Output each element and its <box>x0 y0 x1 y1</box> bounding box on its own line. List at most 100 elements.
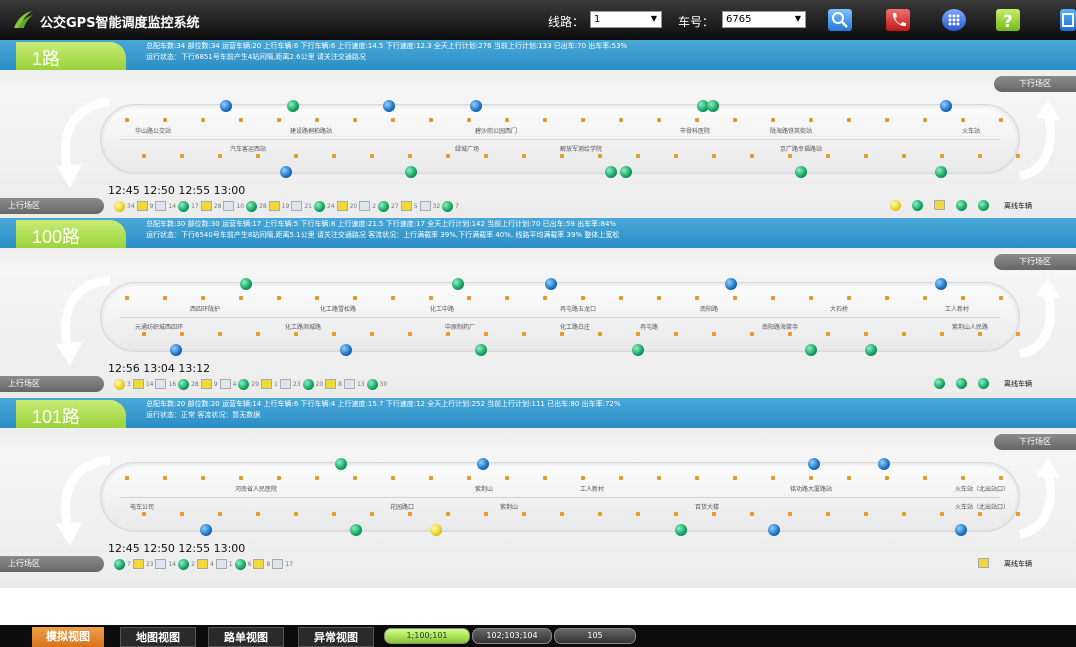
bus-marker[interactable] <box>335 458 347 470</box>
stop-label[interactable]: 汽车客运西站 <box>230 144 266 153</box>
stop-label[interactable]: 解放军测绘学院 <box>560 144 602 153</box>
offline-vehicle-icon[interactable] <box>978 558 989 568</box>
stop-label[interactable]: 花园路口 <box>390 502 414 511</box>
bus-marker[interactable] <box>935 166 947 178</box>
vehicle-icon[interactable] <box>442 200 454 212</box>
vehicle-icon[interactable] <box>313 200 325 212</box>
bus-marker[interactable] <box>452 278 464 290</box>
vehicle-icon[interactable] <box>261 379 273 389</box>
vehicle-icon[interactable] <box>114 558 125 570</box>
bus-marker[interactable] <box>287 100 299 112</box>
vehicle-icon[interactable] <box>359 201 371 211</box>
offline-vehicle-icon[interactable] <box>912 200 923 211</box>
bus-marker[interactable] <box>545 278 557 290</box>
vehicle-icon[interactable] <box>114 378 125 390</box>
stop-label[interactable]: 西四环陇护 <box>190 304 220 313</box>
offline-vehicle-icon[interactable] <box>978 378 989 389</box>
bus-marker[interactable] <box>675 524 687 536</box>
stop-label[interactable]: 建设路桐柏路站 <box>290 126 332 135</box>
vehicle-icon[interactable] <box>325 379 337 389</box>
vehicle-icon[interactable] <box>223 201 235 211</box>
vehicle-icon[interactable] <box>178 558 190 570</box>
bus-marker[interactable] <box>340 344 352 356</box>
down-depot-tab[interactable]: 下行场区 <box>994 434 1076 450</box>
bus-marker[interactable] <box>935 278 947 290</box>
stop-label[interactable]: 南阳路 <box>700 304 718 313</box>
down-depot-tab[interactable]: 下行场区 <box>994 76 1076 92</box>
offline-vehicle-icon[interactable] <box>978 200 989 211</box>
stop-label[interactable]: 大石桥 <box>830 304 848 313</box>
vehicle-icon[interactable] <box>272 559 284 569</box>
vehicle-icon[interactable] <box>132 379 144 389</box>
stop-label[interactable]: 工人新村 <box>945 304 969 313</box>
vehicle-icon[interactable] <box>366 378 378 390</box>
stop-label[interactable]: 绿城广场 <box>455 144 479 153</box>
route-group-pill[interactable]: 1;100;101 <box>384 628 470 644</box>
bus-marker[interactable] <box>707 100 719 112</box>
stop-label[interactable]: 碧沙岗公园西门 <box>475 126 517 135</box>
stop-label[interactable]: 冉屯路五龙口 <box>560 304 596 313</box>
up-depot-tab[interactable]: 上行场区 <box>0 556 104 572</box>
tab-trip-sheet-view[interactable]: 路单视图 <box>208 627 284 647</box>
up-depot-tab[interactable]: 上行场区 <box>0 198 104 214</box>
stop-label[interactable]: 元通纺织城西四环 <box>135 322 183 331</box>
stop-label[interactable]: 陇海路铁英街站 <box>770 126 812 135</box>
tab-map-view[interactable]: 地图视图 <box>120 627 196 647</box>
bus-marker[interactable] <box>808 458 820 470</box>
route-name[interactable]: 1路 <box>16 42 126 70</box>
bus-marker[interactable] <box>955 524 967 536</box>
bus-marker[interactable] <box>940 100 952 112</box>
route-group-pill[interactable]: 105 <box>554 628 636 644</box>
down-depot-tab[interactable]: 下行场区 <box>994 254 1076 270</box>
bus-marker[interactable] <box>768 524 780 536</box>
bus-marker[interactable] <box>200 524 212 536</box>
bus-marker[interactable] <box>805 344 817 356</box>
vehicle-icon[interactable] <box>200 379 212 389</box>
vehicle-icon[interactable] <box>268 201 280 211</box>
up-depot-tab[interactable]: 上行场区 <box>0 376 104 392</box>
stop-label[interactable]: 冉屯路 <box>640 322 658 331</box>
stop-label[interactable]: 铭功路大厦路站 <box>790 484 832 493</box>
stop-label[interactable]: 化工中路 <box>430 304 454 313</box>
stop-label[interactable]: 华山路公交站 <box>135 126 171 135</box>
help-button[interactable]: ? <box>996 9 1020 32</box>
vehicle-icon[interactable] <box>246 200 258 212</box>
stop-label[interactable]: 紫荆山人民路 <box>952 322 988 331</box>
grid-button[interactable] <box>942 9 966 31</box>
bus-marker[interactable] <box>350 524 362 536</box>
stop-label[interactable]: 河南省人民医院 <box>235 484 277 493</box>
vehicle-icon[interactable] <box>253 559 265 569</box>
vehicle-icon[interactable] <box>178 200 190 212</box>
stop-label[interactable]: 市骨科医院 <box>680 126 710 135</box>
vehicle-icon[interactable] <box>155 201 167 211</box>
stop-label[interactable]: 工人新村 <box>580 484 604 493</box>
bus-marker[interactable] <box>170 344 182 356</box>
line-select[interactable]: 1 ▼ <box>590 11 662 28</box>
bus-marker[interactable] <box>383 100 395 112</box>
stop-label[interactable]: 化工路雪松路 <box>320 304 356 313</box>
offline-vehicle-icon[interactable] <box>956 200 967 211</box>
stop-label[interactable]: 化工路白庄 <box>560 322 590 331</box>
route-name[interactable]: 100路 <box>16 220 126 248</box>
vehicle-icon[interactable] <box>343 379 355 389</box>
vehicle-icon[interactable] <box>136 201 148 211</box>
route-group-pill[interactable]: 102;103;104 <box>472 628 552 644</box>
bus-marker[interactable] <box>220 100 232 112</box>
vehicle-icon[interactable] <box>400 201 412 211</box>
stop-label[interactable]: 火车站 <box>962 126 980 135</box>
vehicle-icon[interactable] <box>291 201 303 211</box>
bus-marker[interactable] <box>620 166 632 178</box>
bus-marker[interactable] <box>632 344 644 356</box>
vehicle-icon[interactable] <box>378 200 390 212</box>
bus-marker[interactable] <box>725 278 737 290</box>
vehicle-select[interactable]: 6765 ▼ <box>722 11 806 28</box>
tab-exception-view[interactable]: 异常视图 <box>298 627 374 647</box>
route-name[interactable]: 101路 <box>16 400 126 428</box>
bus-marker[interactable] <box>405 166 417 178</box>
stop-label[interactable]: 中原制药厂 <box>445 322 475 331</box>
vehicle-icon[interactable] <box>279 379 291 389</box>
vehicle-icon[interactable] <box>419 201 431 211</box>
vehicle-icon[interactable] <box>155 379 167 389</box>
search-button[interactable] <box>828 9 852 31</box>
bus-marker[interactable] <box>240 278 252 290</box>
